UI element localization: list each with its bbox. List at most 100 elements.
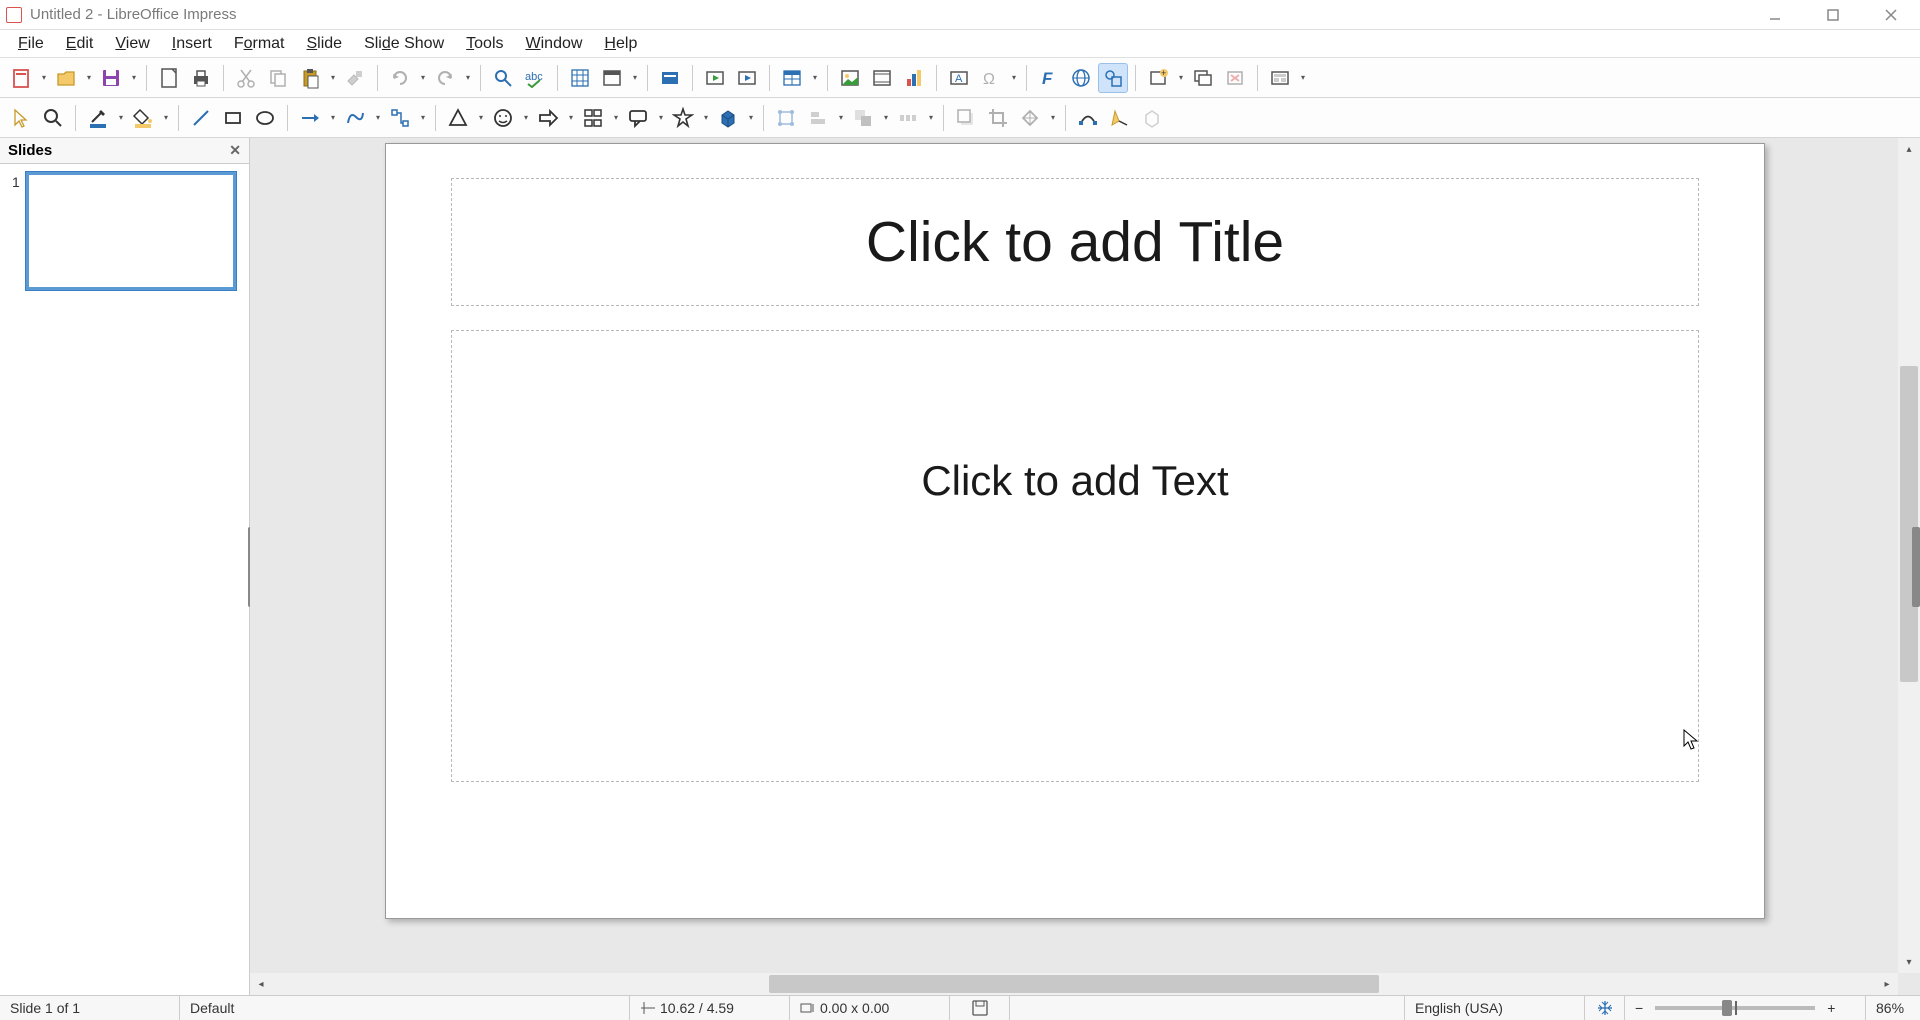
rectangle-button[interactable] bbox=[218, 103, 248, 133]
select-tool[interactable] bbox=[6, 103, 36, 133]
zoom-in-button[interactable]: + bbox=[1827, 1000, 1835, 1016]
cut-button[interactable] bbox=[231, 63, 261, 93]
export-pdf-button[interactable] bbox=[154, 63, 184, 93]
panel-collapse-grip-right[interactable] bbox=[1912, 527, 1920, 607]
shadow-button[interactable] bbox=[951, 103, 981, 133]
spellcheck-button[interactable]: abc bbox=[520, 63, 550, 93]
redo-button[interactable] bbox=[430, 63, 460, 93]
hscroll-thumb[interactable] bbox=[769, 975, 1379, 993]
gluepoints-button[interactable] bbox=[1105, 103, 1135, 133]
scroll-down-arrow[interactable]: ▾ bbox=[1898, 951, 1920, 973]
hscroll-track[interactable] bbox=[272, 973, 1876, 995]
display-views-button[interactable] bbox=[597, 63, 627, 93]
minimize-button[interactable] bbox=[1746, 0, 1804, 30]
insert-chart-button[interactable] bbox=[899, 63, 929, 93]
line-color-button[interactable] bbox=[83, 103, 113, 133]
basic-shapes-dropdown[interactable]: ▾ bbox=[476, 113, 486, 122]
lines-arrows-button[interactable] bbox=[295, 103, 325, 133]
menu-edit[interactable]: Edit bbox=[56, 33, 104, 55]
connectors-button[interactable] bbox=[385, 103, 415, 133]
open-dropdown[interactable]: ▾ bbox=[84, 73, 94, 82]
menu-help[interactable]: Help bbox=[594, 33, 647, 55]
show-draw-functions-button[interactable] bbox=[1098, 63, 1128, 93]
ellipse-button[interactable] bbox=[250, 103, 280, 133]
slide-thumbnail[interactable] bbox=[26, 172, 236, 290]
block-arrows-dropdown[interactable]: ▾ bbox=[566, 113, 576, 122]
flowchart-dropdown[interactable]: ▾ bbox=[611, 113, 621, 122]
new-slide-button[interactable]: + bbox=[1143, 63, 1173, 93]
display-grid-button[interactable] bbox=[565, 63, 595, 93]
stars-dropdown[interactable]: ▾ bbox=[701, 113, 711, 122]
title-placeholder[interactable]: Click to add Title bbox=[451, 178, 1699, 306]
basic-shapes-button[interactable] bbox=[443, 103, 473, 133]
zoom-pan-tool[interactable] bbox=[38, 103, 68, 133]
crop-button[interactable] bbox=[983, 103, 1013, 133]
3d-dropdown[interactable]: ▾ bbox=[746, 113, 756, 122]
extrusion-button[interactable] bbox=[1137, 103, 1167, 133]
content-placeholder[interactable]: Click to add Text bbox=[451, 330, 1699, 782]
arrange-button[interactable] bbox=[848, 103, 878, 133]
menu-window[interactable]: Window bbox=[516, 33, 593, 55]
align-button[interactable] bbox=[803, 103, 833, 133]
undo-button[interactable] bbox=[385, 63, 415, 93]
rotate-button[interactable] bbox=[771, 103, 801, 133]
new-button[interactable] bbox=[6, 63, 36, 93]
status-save-indicator[interactable] bbox=[950, 996, 1010, 1020]
arrange-dropdown[interactable]: ▾ bbox=[881, 113, 891, 122]
new-dropdown[interactable]: ▾ bbox=[39, 73, 49, 82]
block-arrows-button[interactable] bbox=[533, 103, 563, 133]
line-color-dropdown[interactable]: ▾ bbox=[116, 113, 126, 122]
duplicate-slide-button[interactable] bbox=[1188, 63, 1218, 93]
insert-image-button[interactable] bbox=[835, 63, 865, 93]
distribute-button[interactable] bbox=[893, 103, 923, 133]
3d-objects-button[interactable] bbox=[713, 103, 743, 133]
menu-view[interactable]: View bbox=[105, 33, 159, 55]
maximize-button[interactable] bbox=[1804, 0, 1862, 30]
menu-insert[interactable]: Insert bbox=[162, 33, 222, 55]
connectors-dropdown[interactable]: ▾ bbox=[418, 113, 428, 122]
filter-dropdown[interactable]: ▾ bbox=[1048, 113, 1058, 122]
filter-button[interactable] bbox=[1015, 103, 1045, 133]
status-slide-counter[interactable]: Slide 1 of 1 bbox=[0, 996, 180, 1020]
zoom-out-button[interactable]: − bbox=[1635, 1000, 1643, 1016]
status-language[interactable]: English (USA) bbox=[1405, 996, 1585, 1020]
paste-button[interactable] bbox=[295, 63, 325, 93]
callouts-button[interactable] bbox=[623, 103, 653, 133]
status-zoom-slider[interactable]: − + bbox=[1625, 996, 1865, 1020]
clone-formatting-button[interactable] bbox=[340, 63, 370, 93]
print-button[interactable] bbox=[186, 63, 216, 93]
insert-av-button[interactable] bbox=[867, 63, 897, 93]
copy-button[interactable] bbox=[263, 63, 293, 93]
distribute-dropdown[interactable]: ▾ bbox=[926, 113, 936, 122]
menu-tools[interactable]: Tools bbox=[456, 33, 513, 55]
menu-file[interactable]: File bbox=[8, 33, 54, 55]
paste-dropdown[interactable]: ▾ bbox=[328, 73, 338, 82]
curves-polygons-button[interactable] bbox=[340, 103, 370, 133]
menu-slide[interactable]: Slide bbox=[297, 33, 353, 55]
close-button[interactable] bbox=[1862, 0, 1920, 30]
status-fit-button[interactable] bbox=[1585, 996, 1625, 1020]
fill-color-dropdown[interactable]: ▾ bbox=[161, 113, 171, 122]
callouts-dropdown[interactable]: ▾ bbox=[656, 113, 666, 122]
insert-table-button[interactable] bbox=[777, 63, 807, 93]
symbol-shapes-dropdown[interactable]: ▾ bbox=[521, 113, 531, 122]
stars-button[interactable] bbox=[668, 103, 698, 133]
display-views-dropdown[interactable]: ▾ bbox=[630, 73, 640, 82]
close-icon[interactable]: ✕ bbox=[229, 142, 241, 159]
status-cursor-position[interactable]: 10.62 / 4.59 bbox=[630, 996, 790, 1020]
master-slide-button[interactable] bbox=[655, 63, 685, 93]
zoom-slider-track[interactable] bbox=[1655, 1006, 1815, 1010]
insert-fontwork-button[interactable]: F bbox=[1034, 63, 1064, 93]
status-object-size[interactable]: 0.00 x 0.00 bbox=[790, 996, 950, 1020]
vscroll-thumb[interactable] bbox=[1900, 366, 1918, 682]
menu-slideshow[interactable]: Slide Show bbox=[354, 33, 454, 55]
slide-layout-dropdown[interactable]: ▾ bbox=[1298, 73, 1308, 82]
curves-dropdown[interactable]: ▾ bbox=[373, 113, 383, 122]
delete-slide-button[interactable] bbox=[1220, 63, 1250, 93]
slide-thumb-item[interactable]: 1 bbox=[12, 172, 237, 290]
symbol-shapes-button[interactable] bbox=[488, 103, 518, 133]
status-zoom-percent[interactable]: 86% bbox=[1865, 996, 1920, 1020]
scroll-right-arrow[interactable]: ▸ bbox=[1876, 973, 1898, 995]
special-char-dropdown[interactable]: ▾ bbox=[1009, 73, 1019, 82]
redo-dropdown[interactable]: ▾ bbox=[463, 73, 473, 82]
